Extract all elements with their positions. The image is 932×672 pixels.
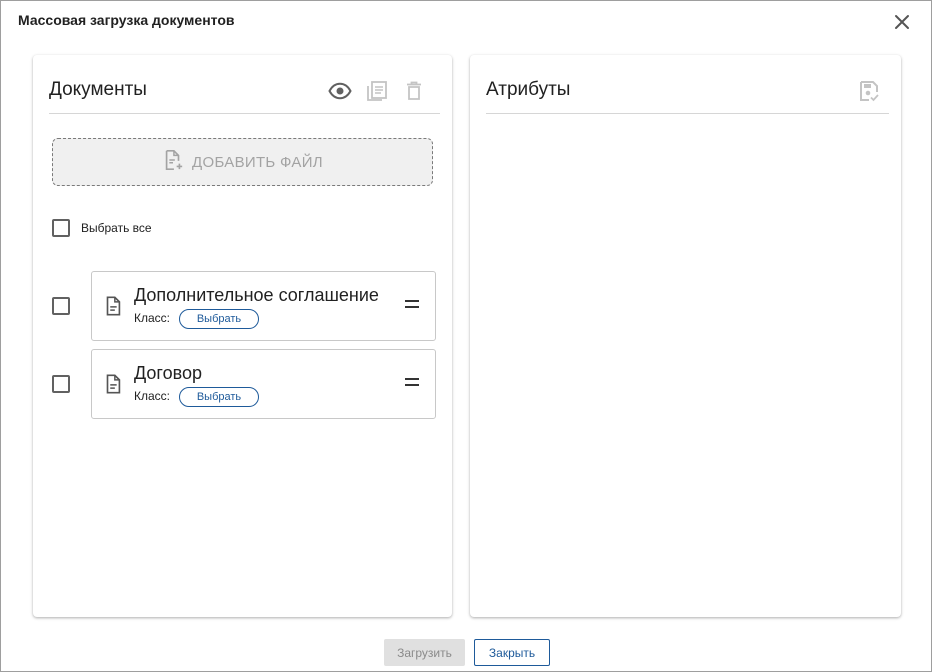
documents-panel-title: Документы xyxy=(49,79,147,100)
document-icon xyxy=(102,295,124,317)
add-file-label: ДОБАВИТЬ ФАЙЛ xyxy=(192,153,323,171)
select-all-label: Выбрать все xyxy=(81,221,152,235)
attributes-panel-header: Атрибуты xyxy=(486,55,889,114)
attributes-panel-title: Атрибуты xyxy=(486,79,571,100)
upload-button[interactable]: Загрузить xyxy=(384,639,465,666)
eye-icon[interactable] xyxy=(328,79,352,103)
dialog-title: Массовая загрузка документов xyxy=(18,12,235,28)
documents-panel: Документы ДОБАВИТЬ ФАЙЛ Выбрать все Допо… xyxy=(33,55,452,617)
document-icon xyxy=(102,373,124,395)
select-class-button[interactable]: Выбрать xyxy=(179,387,259,407)
close-icon[interactable] xyxy=(890,10,914,34)
add-file-button[interactable]: ДОБАВИТЬ ФАЙЛ xyxy=(52,138,433,186)
document-item[interactable]: Дополнительное соглашение Класс: Выбрать xyxy=(91,271,436,341)
drag-handle-icon[interactable] xyxy=(405,300,419,312)
document-class-label: Класс: xyxy=(134,389,170,403)
delete-icon[interactable] xyxy=(402,79,426,103)
document-item[interactable]: Договор Класс: Выбрать xyxy=(91,349,436,419)
document-class-label: Класс: xyxy=(134,311,170,325)
document-name: Дополнительное соглашение xyxy=(134,285,379,305)
bulk-upload-dialog: Массовая загрузка документов Документы Д… xyxy=(0,0,932,672)
save-icon[interactable] xyxy=(857,79,881,103)
document-name: Договор xyxy=(134,363,202,383)
select-all-checkbox[interactable] xyxy=(52,219,70,237)
close-button[interactable]: Закрыть xyxy=(474,639,550,666)
attributes-panel: Атрибуты xyxy=(470,55,901,617)
select-class-button[interactable]: Выбрать xyxy=(179,309,259,329)
document-checkbox-2[interactable] xyxy=(52,375,70,393)
add-file-icon xyxy=(162,149,184,175)
document-checkbox-1[interactable] xyxy=(52,297,70,315)
drag-handle-icon[interactable] xyxy=(405,378,419,390)
list-view-icon[interactable] xyxy=(365,79,389,103)
documents-panel-header: Документы xyxy=(49,55,440,114)
